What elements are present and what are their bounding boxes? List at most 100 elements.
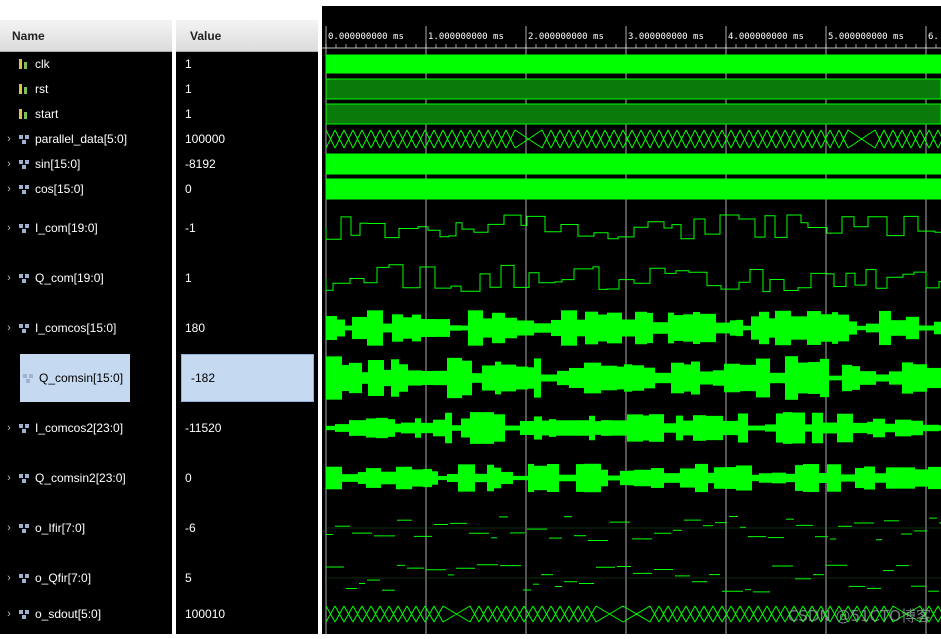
- signal-value[interactable]: 180: [176, 318, 318, 338]
- waveform-signal: [841, 474, 855, 482]
- waveform-signal: [622, 319, 635, 337]
- signal-name: o_Qfir[7:0]: [35, 571, 92, 585]
- signal-name: rst: [35, 82, 49, 96]
- expand-chevron-icon[interactable]: ›: [0, 222, 18, 234]
- expand-chevron-icon[interactable]: ›: [0, 183, 18, 195]
- signal-value[interactable]: 0: [176, 468, 318, 488]
- waveform-signal: [769, 318, 775, 338]
- waveform-signal: [399, 364, 408, 392]
- waveform-signal: [403, 317, 412, 339]
- waveform-signal: [829, 375, 842, 381]
- signal-row[interactable]: › Q_comsin2[23:0]: [0, 468, 172, 488]
- waveform-signal: [671, 362, 684, 394]
- signal-row[interactable]: › o_Qfir[7:0]: [0, 568, 172, 588]
- signal-value[interactable]: -8192: [176, 154, 318, 174]
- expand-chevron-icon[interactable]: ›: [0, 133, 18, 145]
- signal-row[interactable]: rst: [0, 79, 172, 99]
- waveform-signal: [807, 311, 821, 345]
- waveform-signal: [866, 323, 879, 333]
- waveform-signal: [325, 54, 941, 74]
- waveform-panel[interactable]: 0.000000000 ms 1.000000000 ms 2.000000000 …: [322, 6, 941, 634]
- waveform-signal: [913, 364, 927, 392]
- waveform-signal: [772, 472, 786, 484]
- waveform-signal: [693, 311, 700, 345]
- value-column-header[interactable]: Value: [176, 20, 318, 52]
- signal-row[interactable]: clk: [0, 54, 172, 74]
- waveform-signal: [716, 322, 730, 334]
- waveform-signal: [342, 364, 349, 392]
- signal-value[interactable]: 1: [176, 104, 318, 124]
- waveform-signal: [445, 412, 452, 444]
- signal-name: o_Ifir[7:0]: [35, 521, 86, 535]
- waveform-signal: [494, 414, 505, 442]
- bit-signal-icon: [19, 84, 27, 94]
- waveform-signal: [821, 314, 832, 342]
- signal-row[interactable]: › parallel_data[5:0]: [0, 129, 172, 149]
- waveform-signal: [635, 311, 647, 345]
- signal-row[interactable]: › o_Ifir[7:0]: [0, 518, 172, 538]
- expand-chevron-icon[interactable]: ›: [0, 158, 18, 170]
- signal-value[interactable]: -6: [176, 518, 318, 538]
- waveform-signal: [556, 420, 573, 436]
- bus-signal-icon: [19, 224, 29, 233]
- signal-value[interactable]: 5: [176, 568, 318, 588]
- signal-value[interactable]: 1: [176, 54, 318, 74]
- waveform-signal: [827, 464, 841, 492]
- expand-chevron-icon[interactable]: ›: [0, 422, 18, 434]
- signal-value[interactable]: 100010: [176, 604, 318, 624]
- waveform-signal: [684, 364, 691, 392]
- expand-chevron-icon[interactable]: ›: [0, 472, 18, 484]
- expand-chevron-icon[interactable]: ›: [0, 272, 18, 284]
- waveform-signal: [452, 425, 461, 431]
- signal-row[interactable]: › cos[15:0]: [0, 179, 172, 199]
- signal-row[interactable]: › o_sdout[5:0]: [0, 604, 172, 624]
- waveform-signal: [395, 423, 401, 433]
- signal-row[interactable]: › Q_com[19:0]: [0, 268, 172, 288]
- expand-chevron-icon[interactable]: ›: [0, 572, 18, 584]
- signal-value[interactable]: -182: [181, 354, 314, 402]
- signal-row[interactable]: Q_comsin[15:0]: [20, 354, 130, 402]
- waveform-signal: [325, 214, 941, 240]
- signal-row[interactable]: start: [0, 104, 172, 124]
- signal-value[interactable]: 100000: [176, 129, 318, 149]
- signal-value[interactable]: 1: [176, 268, 318, 288]
- waveform-signal: [812, 412, 823, 444]
- name-column-header[interactable]: Name: [0, 20, 172, 52]
- expand-chevron-icon[interactable]: ›: [0, 608, 18, 620]
- bus-signal-icon: [19, 274, 29, 283]
- waveform-signal: [857, 325, 866, 331]
- waveform-signal: [601, 420, 612, 436]
- waveform-signal: [786, 473, 795, 483]
- signal-row[interactable]: › sin[15:0]: [0, 154, 172, 174]
- waveform-signal: [853, 422, 867, 434]
- signal-value[interactable]: 1: [176, 79, 318, 99]
- waveform-signal: [408, 370, 422, 386]
- signal-value[interactable]: 0: [176, 179, 318, 199]
- waveform-signal: [783, 412, 792, 444]
- waveform-signal: [569, 367, 584, 389]
- signal-name: parallel_data[5:0]: [35, 132, 128, 146]
- signal-row[interactable]: › I_com[19:0]: [0, 218, 172, 238]
- waveform-signal: [472, 373, 482, 383]
- bit-signal-icon: [19, 59, 27, 69]
- waveform-signal: [517, 320, 534, 336]
- signal-row[interactable]: › I_comcos2[23:0]: [0, 418, 172, 438]
- waveform-signal: [725, 467, 736, 489]
- signal-value[interactable]: -11520: [176, 418, 318, 438]
- waveform-signal: [714, 467, 725, 489]
- waveform-signal: [683, 314, 693, 342]
- waveform-canvas[interactable]: 0.000000000 ms 1.000000000 ms 2.000000000 …: [322, 6, 941, 634]
- waveform-signal: [422, 370, 433, 386]
- expand-chevron-icon[interactable]: ›: [0, 322, 18, 334]
- waveform-signal: [412, 314, 421, 342]
- waveform-signal: [819, 472, 827, 484]
- signal-name: I_comcos[15:0]: [35, 321, 117, 335]
- signal-row[interactable]: › I_comcos[15:0]: [0, 318, 172, 338]
- waveform-signal: [495, 361, 501, 395]
- waveform-signal: [432, 471, 438, 485]
- waveform-signal: [447, 357, 462, 399]
- waveform-signal: [934, 321, 941, 335]
- signal-value[interactable]: -1: [176, 218, 318, 238]
- expand-chevron-icon[interactable]: ›: [0, 522, 18, 534]
- waveform-signal: [366, 468, 381, 488]
